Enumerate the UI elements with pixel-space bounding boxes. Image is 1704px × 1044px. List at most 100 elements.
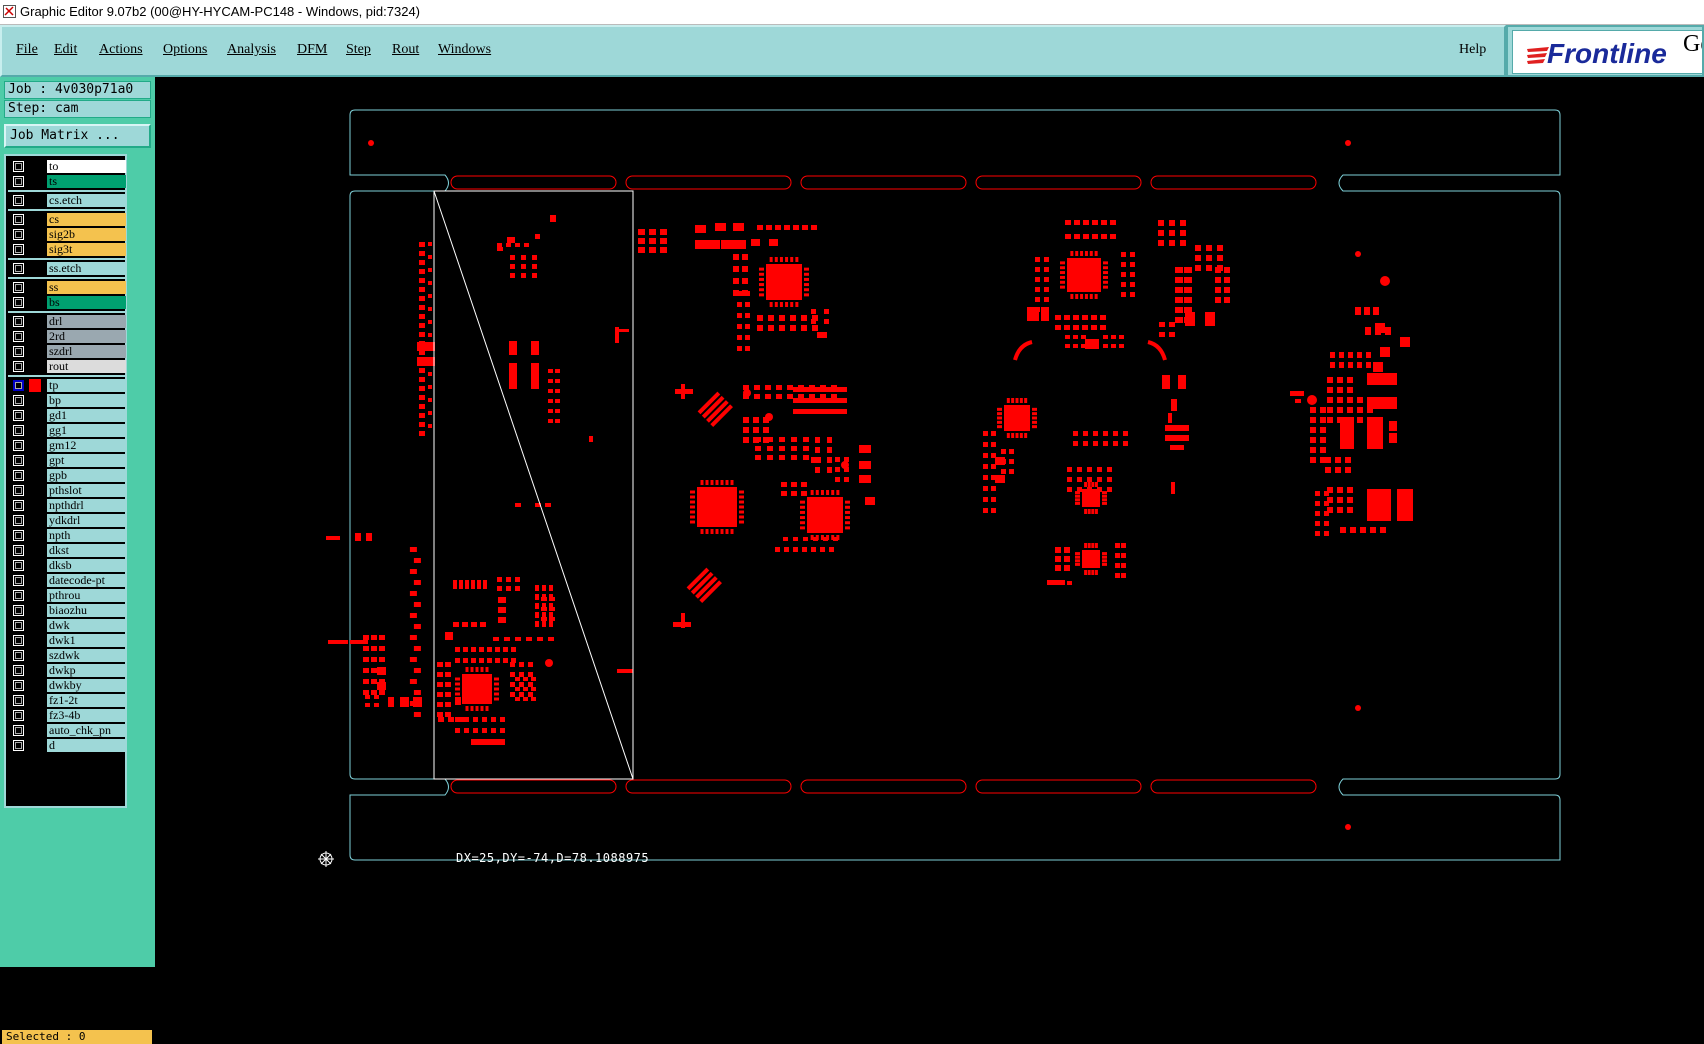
layer-row-dwkp[interactable]: dwkp [10, 663, 126, 678]
layer-checkbox[interactable] [13, 650, 24, 661]
layer-checkbox[interactable] [13, 485, 24, 496]
menu-edit[interactable]: Edit [54, 42, 77, 58]
copper-pad [500, 728, 505, 733]
layer-row-cs.etch[interactable]: cs.etch [10, 193, 126, 208]
copper-pad [781, 482, 787, 487]
layer-row-dksb[interactable]: dksb [10, 558, 126, 573]
layer-checkbox[interactable] [13, 410, 24, 421]
copper-pad [995, 475, 1005, 483]
layer-checkbox[interactable] [13, 244, 24, 255]
layer-checkbox[interactable] [13, 605, 24, 616]
copper-pad [363, 679, 369, 684]
layer-checkbox[interactable] [13, 229, 24, 240]
graphic-canvas[interactable] [155, 77, 1704, 967]
layer-checkbox[interactable] [13, 440, 24, 451]
layer-checkbox[interactable] [13, 545, 24, 556]
menu-actions[interactable]: Actions [99, 42, 143, 58]
copper-pad [413, 580, 421, 585]
layer-row-to[interactable]: to [10, 159, 126, 174]
layer-row-npth[interactable]: npth [10, 528, 126, 543]
layer-checkbox[interactable] [13, 161, 24, 172]
layer-row-tp[interactable]: tp [10, 378, 126, 393]
layer-checkbox[interactable] [13, 740, 24, 751]
layer-checkbox[interactable] [13, 695, 24, 706]
menu-help[interactable]: Help [1459, 42, 1486, 58]
copper-pad [660, 247, 667, 253]
layer-row-dwkby[interactable]: dwkby [10, 678, 126, 693]
layer-checkbox[interactable] [13, 470, 24, 481]
layer-checkbox[interactable] [13, 710, 24, 721]
layer-checkbox[interactable] [13, 316, 24, 327]
layer-row-2rd[interactable]: 2rd [10, 329, 126, 344]
menu-step[interactable]: Step [346, 42, 371, 58]
layer-checkbox[interactable] [13, 425, 24, 436]
menu-rout[interactable]: Rout [392, 42, 419, 58]
layer-checkbox[interactable] [13, 680, 24, 691]
layer-checkbox[interactable] [13, 214, 24, 225]
menu-options[interactable]: Options [163, 42, 207, 58]
layer-checkbox[interactable] [13, 515, 24, 526]
layer-row-bp[interactable]: bp [10, 393, 126, 408]
layer-checkbox[interactable] [13, 560, 24, 571]
layer-row-auto_chk_pn[interactable]: auto_chk_pn [10, 723, 126, 738]
job-matrix-button[interactable]: Job Matrix ... [4, 124, 151, 148]
menu-dfm[interactable]: DFM [297, 42, 327, 58]
layer-row-fz3-4b[interactable]: fz3-4b [10, 708, 126, 723]
copper-pad [419, 242, 425, 247]
layer-checkbox[interactable] [13, 455, 24, 466]
layer-checkbox[interactable] [13, 395, 24, 406]
layer-row-drl[interactable]: drl [10, 314, 126, 329]
layer-row-szdwk[interactable]: szdwk [10, 648, 126, 663]
layer-row-szdrl[interactable]: szdrl [10, 344, 126, 359]
layer-row-fz1-2t[interactable]: fz1-2t [10, 693, 126, 708]
layer-checkbox[interactable] [13, 361, 24, 372]
menu-analysis[interactable]: Analysis [227, 42, 276, 58]
layer-row-npthdrl[interactable]: npthdrl [10, 498, 126, 513]
layer-checkbox[interactable] [13, 331, 24, 342]
layer-checkbox[interactable] [13, 346, 24, 357]
layer-checkbox[interactable] [13, 282, 24, 293]
layer-row-datecode-pt[interactable]: datecode-pt [10, 573, 126, 588]
layer-row-dkst[interactable]: dkst [10, 543, 126, 558]
layer-checkbox[interactable] [13, 620, 24, 631]
layer-checkbox[interactable] [13, 380, 24, 391]
layer-checkbox[interactable] [13, 176, 24, 187]
layer-checkbox[interactable] [13, 297, 24, 308]
copper-pad [775, 547, 780, 552]
layer-row-ss.etch[interactable]: ss.etch [10, 261, 126, 276]
layer-row-cs[interactable]: cs [10, 212, 126, 227]
layer-checkbox[interactable] [13, 575, 24, 586]
layer-row-gpt[interactable]: gpt [10, 453, 126, 468]
layer-row-dwk1[interactable]: dwk1 [10, 633, 126, 648]
layer-name: fz3-4b [47, 709, 126, 722]
layer-row-sig2b[interactable]: sig2b [10, 227, 126, 242]
layer-row-sig3t[interactable]: sig3t [10, 242, 126, 257]
layer-row-pthslot[interactable]: pthslot [10, 483, 126, 498]
layer-row-dwk[interactable]: dwk [10, 618, 126, 633]
layer-row-gg1[interactable]: gg1 [10, 423, 126, 438]
layer-row-rout[interactable]: rout [10, 359, 126, 374]
copper-pad [1009, 469, 1014, 474]
layer-checkbox[interactable] [13, 590, 24, 601]
layer-row-ydkdrl[interactable]: ydkdrl [10, 513, 126, 528]
layer-checkbox[interactable] [13, 195, 24, 206]
layer-row-ss[interactable]: ss [10, 280, 126, 295]
layer-row-bs[interactable]: bs [10, 295, 126, 310]
layer-checkbox[interactable] [13, 263, 24, 274]
layer-checkbox[interactable] [13, 530, 24, 541]
layer-row-biaozhu[interactable]: biaozhu [10, 603, 126, 618]
layer-row-ts[interactable]: ts [10, 174, 126, 189]
layer-row-gpb[interactable]: gpb [10, 468, 126, 483]
layer-checkbox[interactable] [13, 635, 24, 646]
menu-file[interactable]: File [16, 42, 38, 58]
layer-checkbox[interactable] [13, 725, 24, 736]
layer-row-pthrou[interactable]: pthrou [10, 588, 126, 603]
layer-row-d[interactable]: d [10, 738, 126, 753]
layer-row-gd1[interactable]: gd1 [10, 408, 126, 423]
menu-bar: File Edit Actions Options Analysis DFM S… [0, 25, 1506, 77]
copper-pad [779, 446, 785, 451]
layer-row-gm12[interactable]: gm12 [10, 438, 126, 453]
layer-checkbox[interactable] [13, 500, 24, 511]
menu-windows[interactable]: Windows [438, 42, 491, 58]
layer-checkbox[interactable] [13, 665, 24, 676]
